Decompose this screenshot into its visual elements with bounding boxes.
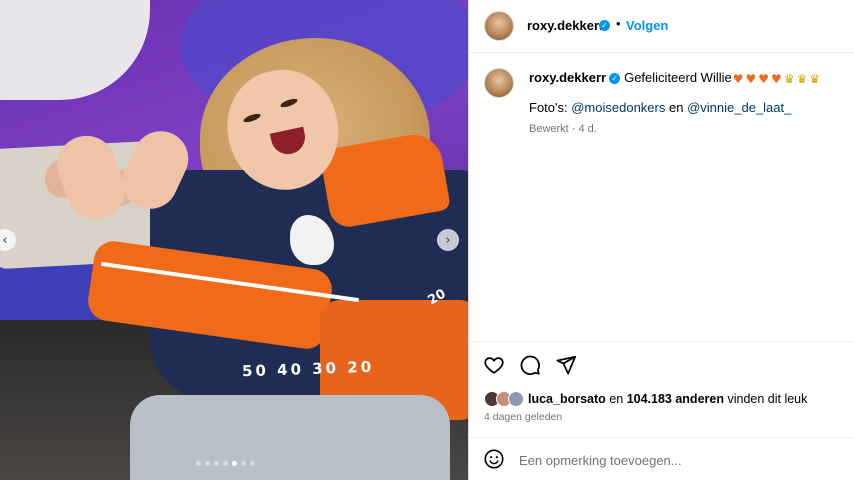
comment-bar bbox=[469, 437, 854, 481]
action-bar bbox=[469, 341, 854, 388]
carousel-dot bbox=[232, 461, 237, 466]
comment-input[interactable] bbox=[517, 449, 821, 471]
carousel-dot bbox=[241, 461, 246, 466]
heart-icon[interactable] bbox=[483, 354, 505, 376]
caption-line: roxy.dekkerr ✓ Gefeliciteerd Willie ♥ ♥ ♥ … bbox=[529, 69, 849, 88]
avatar bbox=[508, 391, 524, 407]
likes-join: en bbox=[609, 392, 624, 406]
carousel-dot bbox=[196, 461, 201, 466]
carousel-dot bbox=[223, 461, 228, 466]
heart-emoji-icon: ♥ bbox=[771, 71, 782, 86]
carousel-dots bbox=[196, 461, 255, 466]
verified-icon: ✓ bbox=[609, 73, 621, 85]
crown-emoji-icon: ♛ bbox=[796, 71, 808, 86]
caption-username[interactable]: roxy.dekkerr bbox=[529, 70, 606, 85]
emoji-icon[interactable] bbox=[483, 448, 505, 470]
carousel-dot bbox=[250, 461, 255, 466]
caption-credits: Foto's: @moisedonkers en @vinnie_de_laat… bbox=[529, 100, 791, 115]
credits-prefix: Foto's: bbox=[529, 100, 568, 115]
heart-emoji-icon: ♥ bbox=[758, 71, 770, 86]
post-modal: 50 40 30 20 20 ‹ › roxy.dekkerr ✓ • Volg… bbox=[0, 0, 854, 480]
carousel-next-button[interactable]: › bbox=[437, 229, 459, 251]
header-separator: • bbox=[616, 16, 621, 31]
avatar[interactable] bbox=[484, 11, 514, 41]
follow-button[interactable]: Volgen bbox=[626, 18, 668, 33]
carousel-dot bbox=[205, 461, 210, 466]
caption-meta: Bewerkt · 4 d. bbox=[529, 123, 597, 135]
post-side-panel: roxy.dekkerr ✓ • Volgen roxy.dekkerr ✓ Gef… bbox=[468, 0, 854, 480]
photo-jeans bbox=[130, 395, 450, 480]
crown-emoji-icon: ♛ bbox=[783, 71, 795, 86]
post-photo[interactable]: 50 40 30 20 20 ‹ › bbox=[0, 0, 468, 480]
comment-icon[interactable] bbox=[519, 354, 541, 376]
post-header: roxy.dekkerr ✓ • Volgen bbox=[469, 0, 854, 53]
post-timestamp[interactable]: 4 dagen geleden bbox=[484, 411, 562, 423]
likes-count[interactable]: 104.183 anderen bbox=[627, 392, 724, 406]
likes-text: luca_borsato en 104.183 anderen vinden d… bbox=[528, 392, 807, 406]
verified-icon: ✓ bbox=[599, 20, 610, 31]
caption-text: Gefeliciteerd Willie bbox=[624, 70, 732, 85]
share-icon[interactable] bbox=[555, 354, 577, 376]
credits-join: en bbox=[668, 100, 684, 115]
mention-link[interactable]: @moisedonkers bbox=[571, 100, 665, 115]
heart-emoji-icon: ♥ bbox=[745, 71, 757, 86]
avatar[interactable] bbox=[484, 68, 514, 98]
heart-emoji-icon: ♥ bbox=[732, 71, 744, 86]
chevron-right-icon: › bbox=[445, 232, 451, 248]
liker-username[interactable]: luca_borsato bbox=[528, 392, 606, 406]
caption-emojis: ♥ ♥ ♥ ♥ ♛ ♛ ♛ bbox=[733, 70, 820, 88]
carousel-dot bbox=[214, 461, 219, 466]
likes-summary: luca_borsato en 104.183 anderen vinden d… bbox=[484, 389, 807, 409]
chevron-left-icon: ‹ bbox=[2, 232, 8, 248]
mention-link[interactable]: @vinnie_de_laat_ bbox=[687, 100, 791, 115]
crown-emoji-icon: ♛ bbox=[809, 71, 821, 86]
header-username[interactable]: roxy.dekkerr bbox=[527, 18, 604, 33]
likes-suffix: vinden dit leuk bbox=[727, 392, 808, 406]
